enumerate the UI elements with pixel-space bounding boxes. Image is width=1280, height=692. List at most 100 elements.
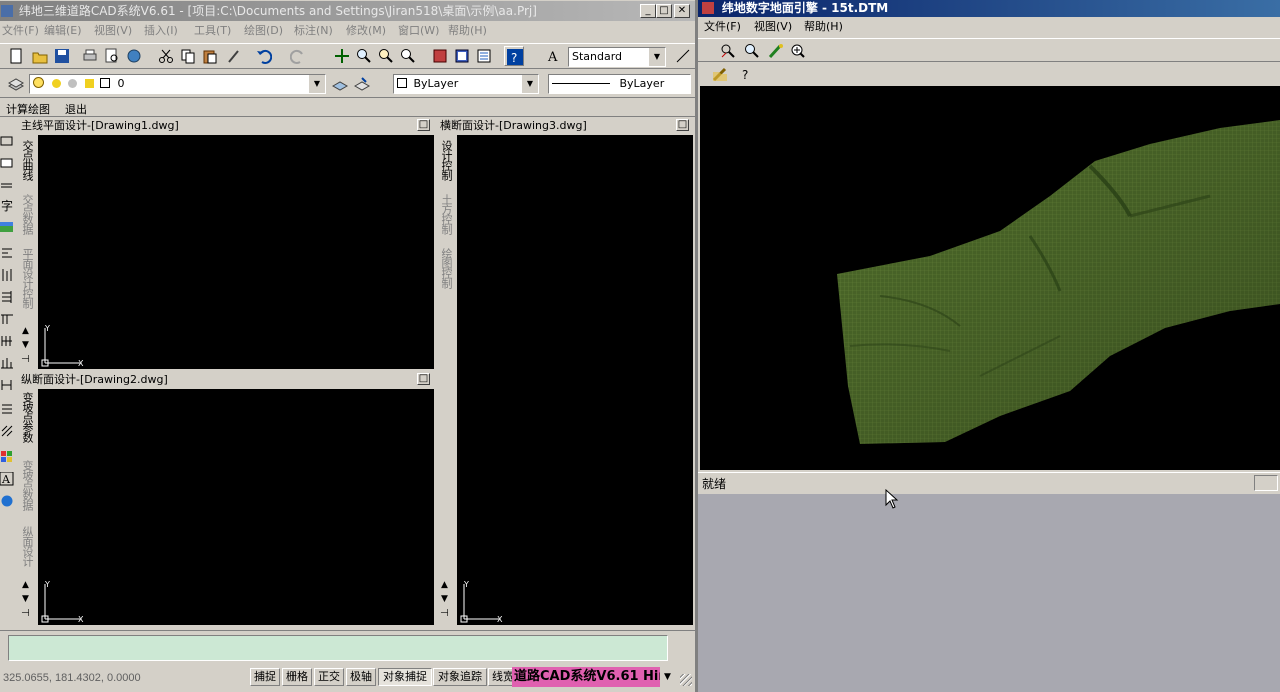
status-toggle-button[interactable]: 极轴	[346, 668, 376, 686]
save-icon[interactable]	[52, 46, 72, 66]
dtm-menu-item[interactable]: 帮助(H)	[804, 18, 843, 36]
menu-item[interactable]: 帮助(H)	[448, 22, 487, 40]
profile-drawing-area[interactable]: Y X	[38, 389, 434, 625]
minimize-button[interactable]: _	[640, 4, 656, 18]
status-toggle-button[interactable]: 对象追踪	[433, 668, 487, 686]
menu-item[interactable]: 编辑(E)	[44, 22, 82, 40]
plan-window-title[interactable]: 主线平面设计-[Drawing1.dwg]	[18, 118, 437, 134]
menu-item[interactable]: 文件(F)	[2, 22, 39, 40]
zoom-icon[interactable]	[742, 41, 762, 61]
bars-icon[interactable]	[0, 356, 14, 374]
menu-item[interactable]: 标注(N)	[294, 22, 333, 40]
redo-icon[interactable]	[288, 46, 308, 66]
scroll-down-icon[interactable]: ▼	[22, 340, 29, 350]
menu-item[interactable]: 插入(I)	[144, 22, 178, 40]
cross-drawing-area[interactable]: Y X	[457, 135, 693, 625]
menu-item[interactable]: 窗口(W)	[398, 22, 439, 40]
dimension-style-icon[interactable]	[673, 46, 693, 66]
polyline-icon[interactable]	[0, 178, 14, 196]
rectangle-icon[interactable]	[0, 156, 14, 174]
scroll-up-icon[interactable]: ▲	[22, 580, 29, 590]
copy-icon[interactable]	[178, 46, 198, 66]
tab-profile-design[interactable]: 纵面设计	[20, 526, 34, 566]
command-line[interactable]	[8, 635, 668, 661]
tool-palettes-icon[interactable]	[474, 46, 494, 66]
status-toggle-button[interactable]: 正交	[314, 668, 344, 686]
menu-item[interactable]: 工具(T)	[194, 22, 231, 40]
cad-titlebar[interactable]: 纬地三维道路CAD系统V6.61 - [项目:C:\Documents and …	[0, 1, 695, 21]
open-icon[interactable]	[30, 46, 50, 66]
tab-grade-point-params[interactable]: 变坡点参数	[20, 392, 34, 442]
maximize-button[interactable]: □	[656, 4, 672, 18]
plan-maximize-button[interactable]: □	[417, 119, 430, 131]
menu-item[interactable]: 视图(V)	[94, 22, 132, 40]
pin-icon[interactable]: ⊣	[440, 608, 449, 619]
design-center-icon[interactable]	[452, 46, 472, 66]
hatch-icon[interactable]	[0, 424, 14, 442]
new-icon[interactable]	[6, 46, 26, 66]
about-icon[interactable]: ?	[736, 64, 756, 84]
zoom-window-icon[interactable]	[376, 46, 396, 66]
tab-plan-design-control[interactable]: 平面设计控制	[20, 248, 34, 308]
close-button[interactable]: ✕	[674, 4, 690, 18]
table-icon[interactable]	[0, 312, 14, 330]
layer-manager-icon[interactable]	[6, 74, 26, 94]
plan-drawing-area[interactable]: Y X	[38, 135, 434, 369]
calc-draw-menu[interactable]: 计算绘图	[6, 101, 50, 117]
profile-window-title[interactable]: 纵断面设计-[Drawing2.dwg]	[18, 372, 437, 388]
text-icon[interactable]: 字	[0, 198, 14, 216]
pin-icon[interactable]: ⊣	[21, 354, 30, 365]
open-model-icon[interactable]	[710, 64, 730, 84]
cut-icon[interactable]	[156, 46, 176, 66]
text-style-select[interactable]: Standard ▼	[568, 47, 666, 67]
list-icon[interactable]	[0, 290, 14, 308]
cross-maximize-button[interactable]: □	[676, 119, 689, 131]
pan-icon[interactable]	[332, 46, 352, 66]
menu-item[interactable]: 修改(M)	[346, 22, 386, 40]
cross-window-title[interactable]: 横断面设计-[Drawing3.dwg]	[437, 118, 696, 134]
exit-menu[interactable]: 退出	[65, 101, 87, 117]
rotate-view-icon[interactable]	[718, 41, 738, 61]
pin-icon[interactable]: ⊣	[21, 608, 30, 619]
columns-icon[interactable]	[0, 268, 14, 286]
stack-icon[interactable]	[0, 402, 14, 420]
dtm-menu-item[interactable]: 视图(V)	[754, 18, 792, 36]
mtext-icon[interactable]: A	[0, 471, 14, 490]
zoom-realtime-icon[interactable]	[354, 46, 374, 66]
menu-item[interactable]: 绘图(D)	[244, 22, 283, 40]
tab-grade-point-data[interactable]: 变坡点数据	[20, 460, 34, 510]
zoom-previous-icon[interactable]	[398, 46, 418, 66]
tab-intersection-curve[interactable]: 交点曲线	[20, 140, 34, 180]
line-icon[interactable]	[0, 134, 14, 152]
dtm-menu-item[interactable]: 文件(F)	[704, 18, 741, 36]
status-toggle-button[interactable]: 栅格	[282, 668, 312, 686]
help-icon[interactable]: ?	[504, 46, 524, 66]
frame-icon[interactable]	[0, 378, 14, 396]
scroll-down-icon[interactable]: ▼	[441, 594, 448, 604]
zoom-in-icon[interactable]	[788, 41, 808, 61]
status-toggle-button[interactable]: 捕捉	[250, 668, 280, 686]
undo-icon[interactable]	[254, 46, 274, 66]
properties-icon[interactable]	[430, 46, 450, 66]
print-icon[interactable]	[80, 46, 100, 66]
palette-icon[interactable]	[0, 450, 14, 468]
tab-drawing-control[interactable]: 绘图控制	[439, 248, 453, 288]
resize-grip-icon[interactable]	[680, 674, 692, 686]
match-properties-icon[interactable]	[224, 46, 244, 66]
scroll-down-icon[interactable]: ▼	[22, 594, 29, 604]
tab-earthwork-control[interactable]: 土方控制	[439, 194, 453, 234]
scroll-up-icon[interactable]: ▲	[22, 326, 29, 336]
layer-select[interactable]: 0 ▼	[29, 74, 326, 94]
linetype-select[interactable]: ByLayer	[548, 74, 691, 94]
terrain-view[interactable]	[700, 86, 1280, 470]
publish-icon[interactable]	[124, 46, 144, 66]
layer-previous-icon[interactable]	[352, 74, 372, 94]
align-icon[interactable]	[0, 246, 14, 264]
profile-maximize-button[interactable]: □	[417, 373, 430, 385]
tab-design-control[interactable]: 设计控制	[439, 140, 453, 180]
paste-icon[interactable]	[200, 46, 220, 66]
tab-intersection-data[interactable]: 交点数据	[20, 194, 34, 234]
preview-icon[interactable]	[102, 46, 122, 66]
image-icon[interactable]	[0, 220, 14, 238]
scroll-up-icon[interactable]: ▲	[441, 580, 448, 590]
